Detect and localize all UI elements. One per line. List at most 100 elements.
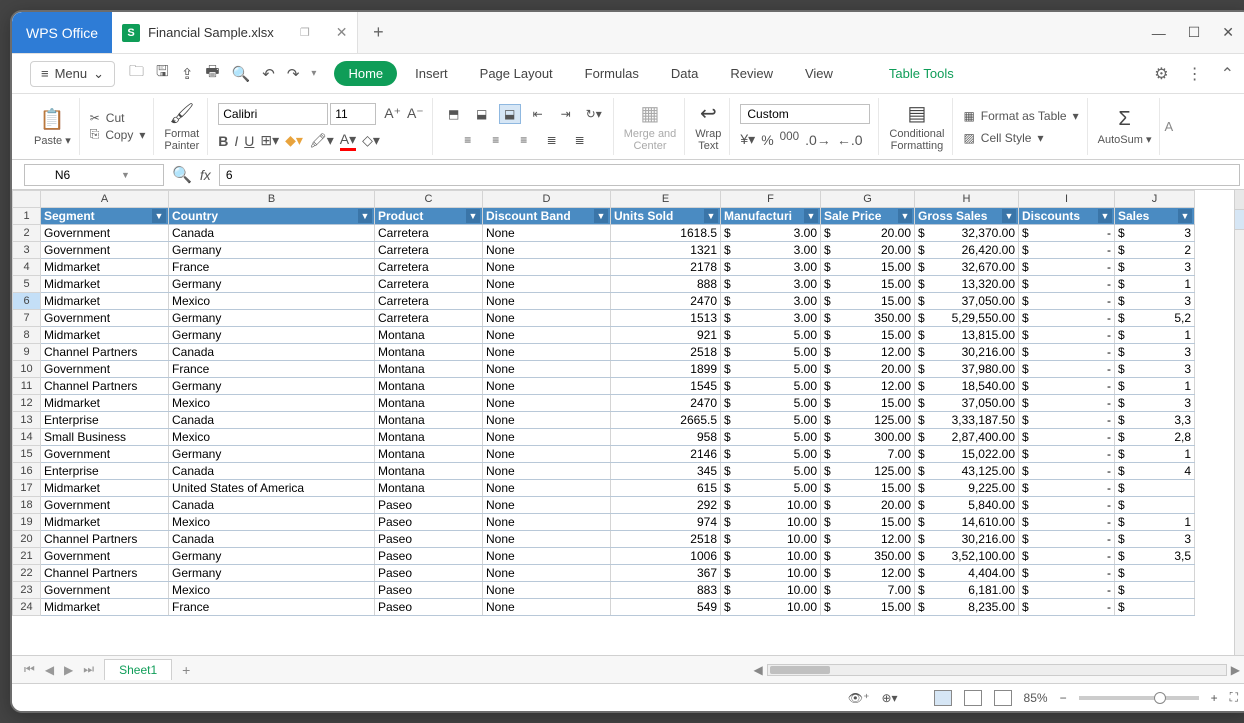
cell[interactable]: $- [1019, 531, 1115, 548]
cell[interactable]: $5,840.00 [915, 497, 1019, 514]
cell[interactable]: Canada [169, 463, 375, 480]
cell-style-button[interactable]: ▨ Cell Style ▾ [963, 131, 1043, 145]
cell[interactable]: $7.00 [821, 582, 915, 599]
cell[interactable]: $ [1115, 599, 1195, 616]
cell[interactable]: 1545 [611, 378, 721, 395]
cell[interactable]: Government [41, 225, 169, 242]
cell[interactable]: $- [1019, 344, 1115, 361]
cell[interactable]: $- [1019, 582, 1115, 599]
format-painter-group[interactable]: 🖌 Format Painter [156, 98, 208, 155]
cell[interactable]: None [483, 242, 611, 259]
cell[interactable]: $20.00 [821, 497, 915, 514]
new-tab-button[interactable]: + [358, 12, 398, 53]
row-header[interactable]: 11 [13, 378, 41, 395]
restore-tab-icon[interactable]: ❐ [300, 26, 310, 39]
cell[interactable]: Government [41, 548, 169, 565]
menu-button[interactable]: ≡ Menu ⌄ [30, 61, 115, 87]
row-header[interactable]: 12 [13, 395, 41, 412]
cell[interactable]: 2470 [611, 293, 721, 310]
print-icon[interactable]: 🖶 [205, 61, 219, 86]
autosum-group[interactable]: Σ AutoSum ▾ [1090, 98, 1161, 155]
cell[interactable]: $- [1019, 327, 1115, 344]
cell[interactable]: $12.00 [821, 344, 915, 361]
cell[interactable]: $15.00 [821, 259, 915, 276]
cell[interactable]: $37,050.00 [915, 395, 1019, 412]
cell[interactable]: $1 [1115, 276, 1195, 293]
cell[interactable]: Carretera [375, 293, 483, 310]
cell[interactable]: Germany [169, 565, 375, 582]
decrease-decimal-icon[interactable]: ←.0 [837, 132, 863, 148]
filter-dropdown-icon[interactable]: ▼ [804, 209, 818, 223]
cell[interactable]: 1618.5 [611, 225, 721, 242]
cell[interactable]: $- [1019, 599, 1115, 616]
col-header[interactable]: J [1115, 191, 1195, 208]
cell[interactable]: $3 [1115, 259, 1195, 276]
justify-icon[interactable]: ≣ [541, 130, 563, 150]
minimize-icon[interactable]: ― [1152, 25, 1166, 41]
cell[interactable]: Germany [169, 276, 375, 293]
view-normal-icon[interactable] [934, 690, 952, 706]
cell[interactable]: $350.00 [821, 548, 915, 565]
cell[interactable]: $3 [1115, 293, 1195, 310]
cell[interactable]: $- [1019, 395, 1115, 412]
cell[interactable]: None [483, 480, 611, 497]
cell[interactable]: $12.00 [821, 565, 915, 582]
cell[interactable]: $13,320.00 [915, 276, 1019, 293]
col-header[interactable]: I [1019, 191, 1115, 208]
cell[interactable]: $3 [1115, 344, 1195, 361]
cell[interactable]: France [169, 361, 375, 378]
fill-color-icon[interactable]: ◆▾ [285, 132, 303, 149]
cell[interactable]: None [483, 429, 611, 446]
col-header[interactable]: D [483, 191, 611, 208]
table-header-cell[interactable]: Discount Band▼ [483, 208, 611, 225]
cell[interactable]: $15.00 [821, 327, 915, 344]
col-header[interactable]: E [611, 191, 721, 208]
cell[interactable]: $- [1019, 565, 1115, 582]
cell[interactable]: $10.00 [721, 582, 821, 599]
cell[interactable]: None [483, 361, 611, 378]
cell[interactable]: $37,980.00 [915, 361, 1019, 378]
cell[interactable]: France [169, 599, 375, 616]
cell[interactable]: $13,815.00 [915, 327, 1019, 344]
table-header-cell[interactable]: Gross Sales▼ [915, 208, 1019, 225]
cell[interactable]: Carretera [375, 276, 483, 293]
sheet-nav-last-icon[interactable]: ⏭ [83, 662, 94, 677]
cell[interactable]: $10.00 [721, 497, 821, 514]
row-header[interactable]: 5 [13, 276, 41, 293]
align-center-icon[interactable]: ≡ [485, 130, 507, 150]
cell[interactable]: 1006 [611, 548, 721, 565]
cell[interactable]: 2518 [611, 344, 721, 361]
file-tab[interactable]: S Financial Sample.xlsx ❐ ✕ [112, 12, 358, 53]
tab-home[interactable]: Home [334, 61, 397, 86]
open-icon[interactable]: 🗀 [129, 61, 144, 86]
zoom-in-icon[interactable]: + [1211, 691, 1218, 705]
cell[interactable]: 615 [611, 480, 721, 497]
cell[interactable]: Midmarket [41, 276, 169, 293]
cell[interactable]: $3 [1115, 531, 1195, 548]
collapse-ribbon-icon[interactable]: ⌃ [1221, 64, 1234, 84]
cell[interactable]: $- [1019, 514, 1115, 531]
cell[interactable]: Carretera [375, 259, 483, 276]
cell[interactable]: 2518 [611, 531, 721, 548]
font-name-input[interactable] [218, 103, 328, 125]
ribbon-overflow[interactable]: A [1162, 98, 1175, 155]
cell[interactable]: $2,8 [1115, 429, 1195, 446]
cell[interactable]: $10.00 [721, 514, 821, 531]
cell[interactable]: $- [1019, 225, 1115, 242]
cell[interactable]: $12.00 [821, 378, 915, 395]
font-color-icon[interactable]: A▾ [340, 131, 356, 151]
cell[interactable]: $15.00 [821, 480, 915, 497]
zoom-out-icon[interactable]: − [1060, 691, 1067, 705]
row-header[interactable]: 8 [13, 327, 41, 344]
cell[interactable]: None [483, 446, 611, 463]
save-icon[interactable]: 🖫 [156, 61, 169, 86]
cell[interactable]: $3.00 [721, 242, 821, 259]
cell[interactable]: $5.00 [721, 378, 821, 395]
cell[interactable]: $30,216.00 [915, 531, 1019, 548]
cell[interactable]: $300.00 [821, 429, 915, 446]
cell[interactable]: Mexico [169, 429, 375, 446]
cell[interactable]: $125.00 [821, 463, 915, 480]
table-header-cell[interactable]: Sales▼ [1115, 208, 1195, 225]
cell[interactable]: $37,050.00 [915, 293, 1019, 310]
cell[interactable]: Germany [169, 378, 375, 395]
